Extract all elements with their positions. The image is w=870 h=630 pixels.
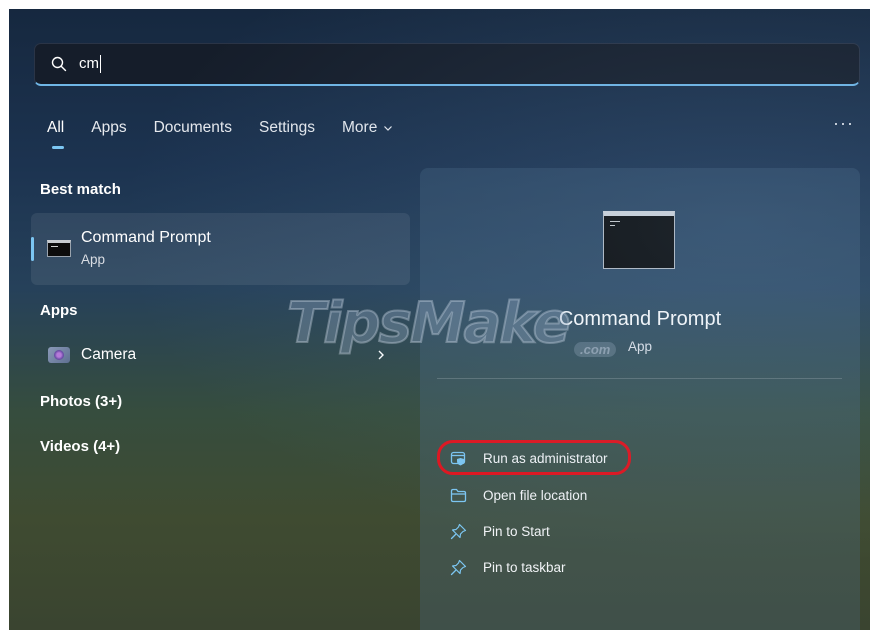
search-icon [51, 56, 67, 72]
tab-all[interactable]: All [47, 119, 65, 149]
videos-heading[interactable]: Videos (4+) [40, 438, 120, 455]
start-search-panel: cm All Apps Documents Settings More ··· … [9, 9, 870, 630]
chevron-down-icon [384, 126, 393, 131]
text-caret [100, 55, 101, 74]
result-preview-pane: Command Prompt App Run as administrator … [420, 168, 860, 630]
action-open-file-location[interactable]: Open file location [450, 483, 587, 507]
tab-apps[interactable]: Apps [91, 119, 126, 137]
pin-icon [450, 559, 467, 575]
shield-admin-icon [450, 451, 466, 465]
command-prompt-icon [47, 240, 71, 257]
action-run-as-administrator[interactable]: Run as administrator [450, 446, 608, 470]
action-label: Open file location [483, 487, 588, 503]
command-prompt-large-icon [603, 211, 675, 269]
camera-icon [48, 347, 70, 363]
action-pin-to-start[interactable]: Pin to Start [450, 519, 550, 543]
selection-indicator [31, 237, 34, 261]
tab-settings[interactable]: Settings [259, 119, 315, 137]
preview-divider [437, 378, 842, 379]
action-label: Run as administrator [483, 450, 608, 466]
best-match-heading: Best match [40, 181, 121, 198]
app-result-label: Camera [81, 346, 137, 363]
best-match-title: Command Prompt [81, 229, 211, 246]
photos-heading[interactable]: Photos (3+) [40, 393, 122, 410]
action-pin-to-taskbar[interactable]: Pin to taskbar [450, 555, 566, 579]
search-box[interactable]: cm [34, 43, 860, 86]
filter-tabs: All Apps Documents Settings More [47, 119, 420, 149]
watermark-logo: TipsMake [286, 290, 572, 357]
tab-more-label: More [342, 119, 378, 136]
action-label: Pin to taskbar [483, 559, 566, 575]
tab-more[interactable]: More [342, 119, 393, 137]
best-match-result[interactable]: Command Prompt App [31, 213, 410, 285]
apps-heading: Apps [40, 302, 78, 319]
watermark-suffix: .com [574, 342, 617, 357]
action-label: Pin to Start [483, 523, 550, 539]
search-input[interactable]: cm [79, 54, 101, 74]
best-match-subtitle: App [81, 252, 106, 267]
pin-icon [450, 523, 467, 539]
tab-documents[interactable]: Documents [154, 119, 232, 137]
folder-icon [450, 488, 467, 502]
more-options-button[interactable]: ··· [833, 113, 854, 134]
search-query: cm [79, 54, 99, 72]
